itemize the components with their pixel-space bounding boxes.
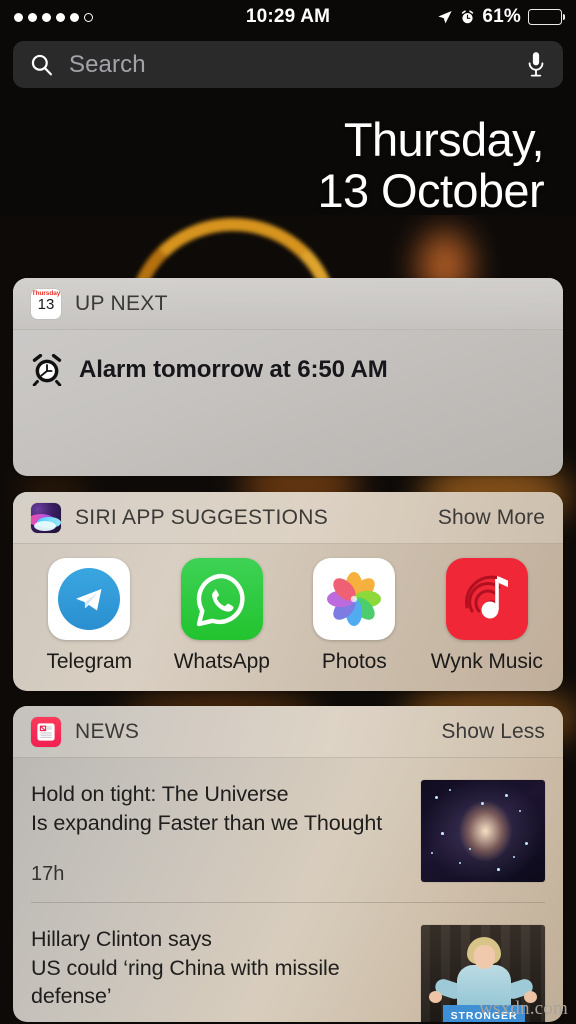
date-weekday: Thursday, — [343, 113, 545, 166]
search-bar[interactable]: Search — [13, 41, 563, 88]
widget-header: NEWS Show Less — [13, 706, 563, 758]
app-label: Wynk Music — [430, 650, 543, 673]
signal-strength-dots — [14, 12, 93, 22]
signal-dot-empty — [84, 12, 93, 22]
app-label: Photos — [321, 650, 387, 673]
whatsapp-icon[interactable] — [180, 558, 263, 640]
siri-icon — [31, 502, 61, 533]
news-headline: Hold on tight: The Universe Is expanding… — [31, 780, 407, 837]
alarm-icon — [462, 9, 474, 23]
widget-title-siri: SIRI APP SUGGESTIONS — [75, 505, 329, 529]
calendar-day-number: 13 — [37, 296, 55, 313]
date-daymonth: 13 October — [317, 163, 544, 217]
news-headline-line: Hold on tight: The Universe — [31, 782, 289, 806]
up-next-event-row[interactable]: Alarm tomorrow at 6:50 AM — [13, 330, 563, 476]
microphone-icon[interactable] — [525, 50, 547, 80]
signal-dot — [70, 12, 79, 22]
signal-dot — [14, 12, 23, 22]
apple-news-icon — [31, 716, 61, 747]
app-label: WhatsApp — [173, 650, 270, 673]
news-thumbnail-galaxy[interactable] — [421, 780, 545, 882]
news-list-item[interactable]: Hold on tight: The Universe Is expanding… — [31, 758, 545, 902]
location-arrow-icon — [438, 11, 453, 24]
watermark: wsxdn.com — [479, 998, 568, 1019]
battery-icon — [528, 9, 566, 25]
signal-dot — [28, 12, 37, 22]
signal-dot — [56, 12, 65, 22]
news-list-item[interactable]: Hillary Clinton says US could ‘ring Chin… — [31, 902, 545, 1022]
battery-percent-label: 61% — [482, 6, 521, 27]
date-header: Thursday, 13 October — [317, 113, 545, 217]
telegram-icon[interactable] — [48, 558, 131, 640]
up-next-event-text: Alarm tomorrow at 6:50 AM — [79, 356, 388, 383]
news-text-block: Hillary Clinton says US could ‘ring Chin… — [31, 925, 421, 1022]
widget-news[interactable]: NEWS Show Less Hold on tight: The Univer… — [13, 706, 563, 1022]
app-suggestion-whatsapp[interactable]: WhatsApp — [156, 558, 289, 674]
widget-title-up-next: UP NEXT — [75, 291, 168, 315]
calendar-icon: Thursday 13 — [31, 288, 61, 319]
widget-siri-app-suggestions[interactable]: SIRI APP SUGGESTIONS Show More Telegram — [13, 492, 563, 691]
app-suggestions-row: Telegram WhatsApp Photos Wynk Music — [13, 544, 563, 691]
show-less-button[interactable]: Show Less — [441, 720, 545, 744]
show-more-button[interactable]: Show More — [438, 506, 545, 530]
wynk-music-icon[interactable] — [445, 558, 528, 640]
news-list: Hold on tight: The Universe Is expanding… — [13, 758, 563, 1022]
search-input-placeholder[interactable]: Search — [69, 51, 525, 79]
app-suggestion-telegram[interactable]: Telegram — [23, 558, 156, 674]
news-timestamp: 17h — [31, 863, 65, 886]
news-headline-line: Hillary Clinton says — [31, 927, 212, 952]
app-suggestion-wynk-music[interactable]: Wynk Music — [421, 558, 554, 674]
news-headline-line: US could ‘ring China with missile defens… — [31, 955, 340, 1009]
app-suggestion-photos[interactable]: Photos — [288, 558, 421, 674]
widget-up-next[interactable]: Thursday 13 UP NEXT Alarm tomorrow at 6:… — [13, 278, 563, 476]
widget-header: Thursday 13 UP NEXT — [13, 278, 563, 330]
news-headline-line: Is expanding Faster than we Thought — [31, 810, 383, 835]
news-text-block: Hold on tight: The Universe Is expanding… — [31, 780, 421, 886]
widget-header: SIRI APP SUGGESTIONS Show More — [13, 492, 563, 544]
search-icon — [31, 54, 52, 76]
alarm-clock-icon — [32, 354, 62, 386]
signal-dot — [42, 12, 51, 22]
news-headline: Hillary Clinton says US could ‘ring Chin… — [31, 925, 407, 1011]
app-label: Telegram — [46, 650, 133, 673]
photos-icon[interactable] — [313, 558, 396, 640]
status-bar: 10:29 AM 61% — [0, 0, 576, 34]
widget-title-news: NEWS — [75, 719, 140, 743]
